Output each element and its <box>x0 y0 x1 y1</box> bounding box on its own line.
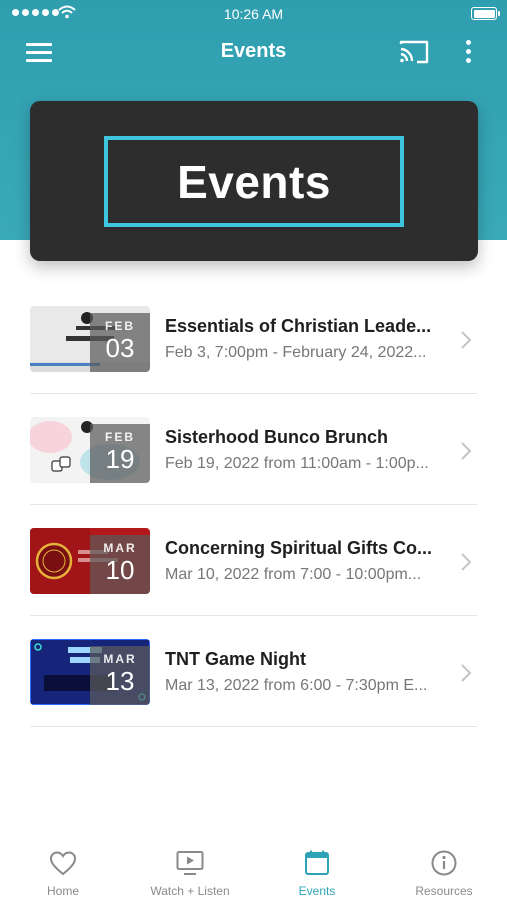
event-title: Essentials of Christian Leade... <box>165 316 432 336</box>
event-date-badge: MAR 13 <box>90 646 150 705</box>
status-bar: 10:26 AM <box>0 0 507 28</box>
event-day: 19 <box>105 444 135 474</box>
tab-label: Resources <box>415 884 473 898</box>
tab-label: Watch + Listen <box>150 884 230 898</box>
event-thumbnail: FEB 19 <box>30 417 150 483</box>
event-datetime: Feb 3, 7:00pm - February 24, 2022... <box>165 344 427 361</box>
navigation-bar: Events <box>0 28 507 78</box>
cast-icon[interactable] <box>398 38 430 66</box>
tab-home[interactable]: Home <box>0 838 126 900</box>
event-month: MAR <box>103 541 137 555</box>
event-title: Sisterhood Bunco Brunch <box>165 427 389 447</box>
event-month: FEB <box>105 319 135 333</box>
event-title: Concerning Spiritual Gifts Co... <box>165 538 433 558</box>
tab-resources[interactable]: Resources <box>381 838 507 900</box>
event-list: FEB 03 Essentials of Christian Leade... … <box>30 283 477 727</box>
status-time: 10:26 AM <box>223 6 284 22</box>
chevron-right-icon <box>461 553 472 571</box>
event-month: MAR <box>103 652 137 666</box>
event-thumbnail: FEB 03 <box>30 306 150 372</box>
banner-title: Events <box>177 155 331 208</box>
event-thumbnail: MAR 10 <box>30 528 150 594</box>
event-date-badge: FEB 19 <box>90 424 150 483</box>
event-datetime: Feb 19, 2022 from 11:00am - 1:00p... <box>165 455 429 472</box>
chevron-right-icon <box>461 442 472 460</box>
page-title: Events <box>220 40 287 62</box>
banner-frame: Events <box>104 136 404 227</box>
events-banner: Events <box>30 101 478 261</box>
event-day: 10 <box>105 555 135 585</box>
tab-bar: Home Watch + Listen Events Resources <box>0 838 507 900</box>
calendar-icon <box>305 850 329 875</box>
event-thumbnail: MAR 13 <box>30 639 150 705</box>
event-item[interactable]: MAR 10 Concerning Spiritual Gifts Co... … <box>30 505 477 616</box>
more-options-button[interactable] <box>456 38 480 66</box>
chevron-right-icon <box>461 331 472 349</box>
event-datetime: Mar 13, 2022 from 6:00 - 7:30pm E... <box>165 677 428 694</box>
event-date-badge: MAR 10 <box>90 535 150 594</box>
event-item[interactable]: FEB 03 Essentials of Christian Leade... … <box>30 283 477 394</box>
event-month: FEB <box>105 430 135 444</box>
event-datetime: Mar 10, 2022 from 7:00 - 10:00pm... <box>165 566 422 583</box>
event-day: 03 <box>105 333 135 363</box>
battery-icon <box>471 7 500 20</box>
tab-watch-listen[interactable]: Watch + Listen <box>127 838 253 900</box>
event-item[interactable]: MAR 13 TNT Game Night Mar 13, 2022 from … <box>30 616 477 727</box>
heart-icon <box>49 851 77 876</box>
event-date-badge: FEB 03 <box>90 313 150 372</box>
event-item[interactable]: FEB 19 Sisterhood Bunco Brunch Feb 19, 2… <box>30 394 477 505</box>
tab-label: Home <box>46 884 79 898</box>
tab-label: Events <box>298 884 336 898</box>
tab-events[interactable]: Events <box>254 838 380 900</box>
tv-play-icon <box>176 851 204 875</box>
info-icon <box>431 850 457 876</box>
chevron-right-icon <box>461 664 472 682</box>
event-title: TNT Game Night <box>165 649 307 669</box>
event-day: 13 <box>105 666 135 696</box>
